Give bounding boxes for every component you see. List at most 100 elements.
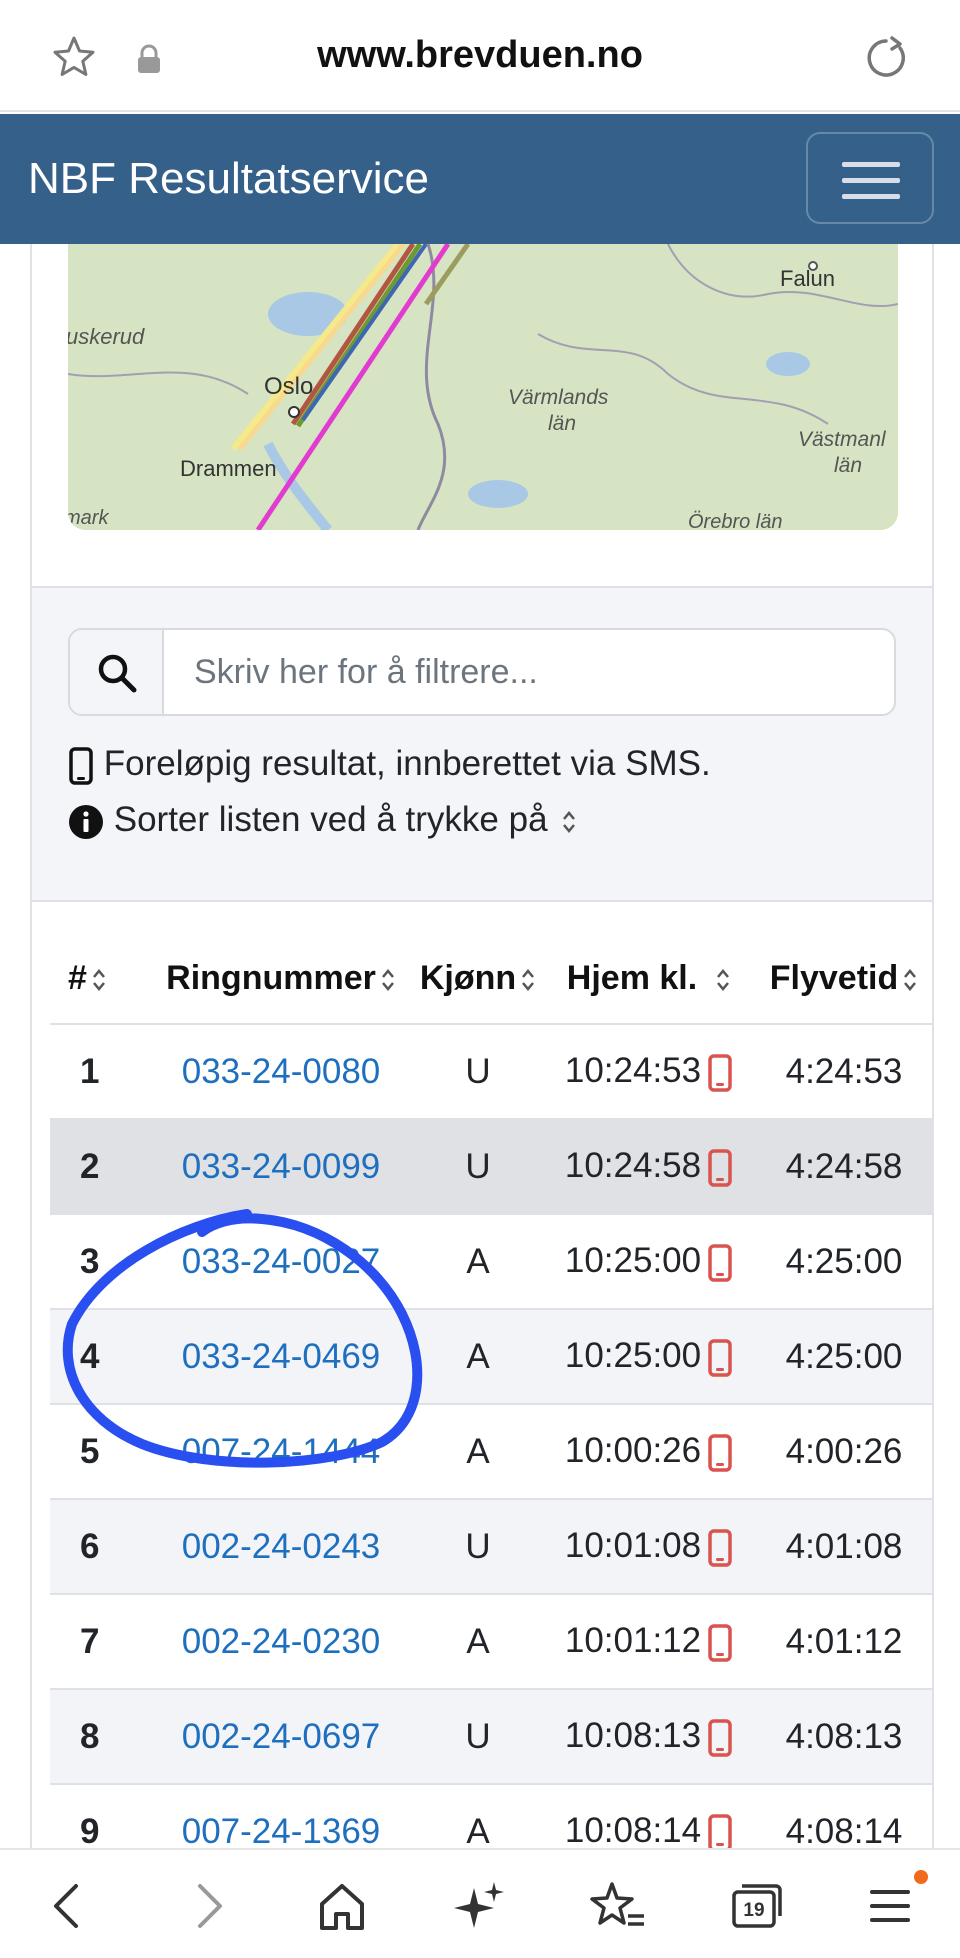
sort-icon xyxy=(904,969,917,991)
rank-cell: 9 xyxy=(50,1784,150,1848)
header-hjem[interactable]: Hjem kl. xyxy=(544,904,754,1025)
tabs-count: 19 xyxy=(743,1900,765,1921)
rank-cell: 8 xyxy=(50,1689,150,1785)
map-label: uskerud xyxy=(68,324,145,349)
ringnummer-link[interactable]: 007-24-1444 xyxy=(150,1404,412,1500)
sparkle-icon[interactable] xyxy=(450,1878,510,1934)
sex-cell: A xyxy=(412,1594,544,1690)
tabs-button[interactable]: 19 xyxy=(726,1878,786,1934)
ringnummer-link[interactable]: 033-24-0027 xyxy=(150,1214,412,1310)
rank-cell: 7 xyxy=(50,1594,150,1690)
ringnummer-link[interactable]: 033-24-0099 xyxy=(150,1119,412,1215)
table-row: 1 033-24-0080 U 10:24:53 4:24:53 xyxy=(50,1024,932,1120)
sex-cell: A xyxy=(412,1214,544,1310)
browser-url-bar: www.brevduen.no xyxy=(0,0,960,112)
sex-cell: U xyxy=(412,1119,544,1215)
flight-time-cell: 4:01:12 xyxy=(754,1594,932,1690)
home-time-cell: 10:00:26 xyxy=(544,1404,754,1500)
flight-time-cell: 4:08:13 xyxy=(754,1689,932,1785)
filter-section: Foreløpig resultat, innberettet via SMS.… xyxy=(32,586,932,902)
search-icon-box xyxy=(70,630,164,714)
back-icon[interactable] xyxy=(38,1878,98,1934)
sms-phone-icon xyxy=(708,1624,732,1662)
home-time-cell: 10:01:08 xyxy=(544,1499,754,1595)
filter-input[interactable] xyxy=(166,630,892,714)
table-header-row: # Ringnummer Kjønn Hjem kl. Flyvetid xyxy=(50,904,932,1025)
filter-search xyxy=(68,628,896,716)
flight-time-cell: 4:00:26 xyxy=(754,1404,932,1500)
menu-icon[interactable] xyxy=(862,1878,922,1934)
table-row: 3 033-24-0027 A 10:25:00 4:25:00 xyxy=(50,1214,932,1310)
ringnummer-link[interactable]: 002-24-0697 xyxy=(150,1689,412,1785)
browser-bottom-bar: 19 xyxy=(0,1848,960,1958)
flight-map[interactable]: uskerud Oslo Drammen Värmlands län Falun… xyxy=(68,244,898,530)
results-table: # Ringnummer Kjønn Hjem kl. Flyvetid 1 03… xyxy=(50,904,932,1848)
home-time-text: 10:24:53 xyxy=(564,1051,702,1091)
flight-time-cell: 4:24:53 xyxy=(754,1024,932,1120)
sort-icon xyxy=(92,969,105,991)
ringnummer-link[interactable]: 033-24-0469 xyxy=(150,1309,412,1405)
ringnummer-link[interactable]: 002-24-0243 xyxy=(150,1499,412,1595)
rank-cell: 1 xyxy=(50,1024,150,1120)
table-row: 4 033-24-0469 A 10:25:00 4:25:00 xyxy=(50,1309,932,1405)
menu-toggle-button[interactable] xyxy=(806,132,934,224)
favorites-icon[interactable] xyxy=(588,1878,648,1934)
map-graphic: uskerud Oslo Drammen Värmlands län Falun… xyxy=(68,244,898,530)
home-time-text: 10:08:14 xyxy=(564,1811,702,1848)
sms-phone-icon xyxy=(708,1719,732,1757)
home-time-text: 10:08:13 xyxy=(564,1716,702,1756)
search-icon xyxy=(98,654,137,693)
header-rank[interactable]: # xyxy=(50,904,150,1025)
rank-cell: 4 xyxy=(50,1309,150,1405)
sex-cell: A xyxy=(412,1784,544,1848)
sms-phone-icon xyxy=(708,1814,732,1848)
home-time-text: 10:00:26 xyxy=(564,1431,702,1471)
ringnummer-link[interactable]: 002-24-0230 xyxy=(150,1594,412,1690)
site-brand[interactable]: NBF Resultatservice xyxy=(28,154,429,204)
sex-cell: U xyxy=(412,1024,544,1120)
home-time-text: 10:25:00 xyxy=(564,1241,702,1281)
header-ringnummer[interactable]: Ringnummer xyxy=(150,904,412,1025)
forward-icon[interactable] xyxy=(178,1878,238,1934)
ringnummer-link[interactable]: 007-24-1369 xyxy=(150,1784,412,1848)
header-flyvetid[interactable]: Flyvetid xyxy=(754,904,932,1025)
rank-cell: 6 xyxy=(50,1499,150,1595)
sms-phone-icon xyxy=(708,1529,732,1567)
sort-icon xyxy=(522,969,535,991)
home-time-cell: 10:24:58 xyxy=(544,1119,754,1215)
home-time-cell: 10:24:53 xyxy=(544,1024,754,1120)
table-row: 8 002-24-0697 U 10:08:13 4:08:13 xyxy=(50,1689,932,1785)
map-label: län xyxy=(834,454,862,477)
sex-cell: U xyxy=(412,1499,544,1595)
home-time-cell: 10:25:00 xyxy=(544,1214,754,1310)
flight-time-cell: 4:01:08 xyxy=(754,1499,932,1595)
reload-icon[interactable] xyxy=(862,34,910,82)
flight-time-cell: 4:08:14 xyxy=(754,1784,932,1848)
home-icon[interactable] xyxy=(312,1878,372,1934)
sms-phone-icon xyxy=(708,1149,732,1187)
rank-cell: 5 xyxy=(50,1404,150,1500)
url-text[interactable]: www.brevduen.no xyxy=(0,34,960,77)
rank-cell: 2 xyxy=(50,1119,150,1215)
notification-dot xyxy=(914,1870,928,1884)
sort-icon xyxy=(563,810,576,833)
table-row: 5 007-24-1444 A 10:00:26 4:00:26 xyxy=(50,1404,932,1500)
home-time-text: 10:01:12 xyxy=(564,1621,702,1661)
map-label: Västmanl xyxy=(798,428,887,451)
hamburger-icon xyxy=(842,194,900,199)
header-kjonn[interactable]: Kjønn xyxy=(412,904,544,1025)
sex-cell: A xyxy=(412,1309,544,1405)
table-row: 9 007-24-1369 A 10:08:14 4:08:14 xyxy=(50,1784,932,1848)
map-label: Örebro län xyxy=(688,511,783,530)
home-time-text: 10:24:58 xyxy=(564,1146,702,1186)
flight-time-cell: 4:25:00 xyxy=(754,1214,932,1310)
flight-time-cell: 4:24:58 xyxy=(754,1119,932,1215)
map-label: mark xyxy=(68,507,109,529)
sms-phone-icon xyxy=(708,1244,732,1282)
sort-icon xyxy=(381,969,394,991)
site-navbar: NBF Resultatservice xyxy=(0,114,960,244)
page-content: uskerud Oslo Drammen Värmlands län Falun… xyxy=(30,244,934,1848)
sms-phone-icon xyxy=(708,1339,732,1377)
sex-cell: U xyxy=(412,1689,544,1785)
ringnummer-link[interactable]: 033-24-0080 xyxy=(150,1024,412,1120)
